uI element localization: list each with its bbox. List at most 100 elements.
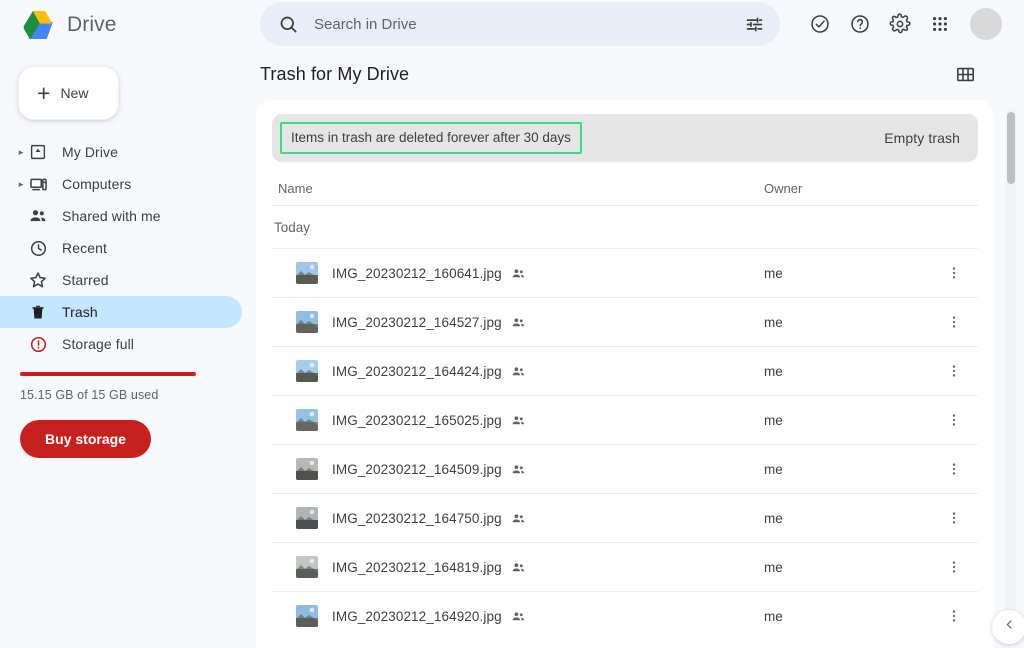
table-row[interactable]: IMG_20230212_160641.jpg me	[272, 248, 978, 297]
avatar[interactable]	[970, 8, 1002, 40]
file-name: IMG_20230212_160641.jpg	[332, 266, 502, 281]
clock-icon	[28, 238, 48, 258]
trash-notice-highlight: Items in trash are deleted forever after…	[280, 122, 582, 154]
chevron-left-icon	[1003, 618, 1016, 636]
photo-thumbnail	[296, 311, 318, 333]
column-header-name[interactable]: Name	[276, 181, 764, 196]
file-name-cell: IMG_20230212_164424.jpg	[276, 360, 764, 382]
trash-notice-banner: Items in trash are deleted forever after…	[272, 114, 978, 162]
more-vert-icon[interactable]	[934, 412, 974, 428]
sidebar-item-label: Trash	[62, 304, 98, 320]
table-row[interactable]: IMG_20230212_164920.jpgme	[272, 591, 978, 640]
photo-thumbnail	[296, 262, 318, 284]
sidebar-nav: ▸ My Drive ▸	[0, 136, 256, 360]
trash-panel: Items in trash are deleted forever after…	[256, 100, 994, 648]
file-owner: me	[764, 462, 934, 477]
shared-people-icon	[511, 266, 526, 281]
new-button[interactable]: + New	[18, 66, 119, 120]
brand: Drive	[0, 0, 256, 50]
search-icon	[278, 14, 300, 35]
file-name-cell: IMG_20230212_164527.jpg	[276, 311, 764, 333]
file-group-label: Today	[272, 206, 978, 248]
table-row[interactable]: IMG_20230212_165025.jpgme	[272, 395, 978, 444]
table-row[interactable]: IMG_20230212_164509.jpgme	[272, 444, 978, 493]
table-row[interactable]: IMG_20230212_164819.jpgme	[272, 542, 978, 591]
sidebar-item-shared-with-me[interactable]: ▸ Shared with me	[0, 200, 242, 232]
column-header-owner[interactable]: Owner	[764, 181, 934, 196]
shared-people-icon	[511, 315, 526, 330]
table-row[interactable]: IMG_20230212_164424.jpgme	[272, 346, 978, 395]
file-owner: me	[764, 364, 934, 379]
file-name-cell: IMG_20230212_164750.jpg	[276, 507, 764, 529]
sidebar-item-label: Starred	[62, 272, 109, 288]
file-name-cell: IMG_20230212_165025.jpg	[276, 409, 764, 431]
scrollbar-track[interactable]	[1006, 108, 1016, 642]
buy-storage-button[interactable]: Buy storage	[20, 420, 151, 458]
file-list-header: Name Owner	[272, 172, 978, 206]
collapse-panel-button[interactable]	[992, 610, 1024, 644]
file-rows: IMG_20230212_160641.jpgmeIMG_20230212_16…	[272, 248, 978, 640]
grid-view-icon[interactable]	[948, 57, 982, 91]
help-icon[interactable]	[840, 4, 880, 44]
top-bar-icons	[800, 4, 1002, 44]
shared-people-icon	[511, 364, 526, 379]
photo-thumbnail	[296, 605, 318, 627]
more-vert-icon[interactable]	[934, 314, 974, 330]
trash-icon	[28, 302, 48, 322]
shared-people-icon	[511, 560, 526, 575]
sidebar-item-label: Shared with me	[62, 208, 161, 224]
more-vert-icon[interactable]	[934, 608, 974, 624]
more-vert-icon[interactable]	[934, 363, 974, 379]
sidebar-item-recent[interactable]: ▸ Recent	[0, 232, 242, 264]
my-drive-icon	[28, 142, 48, 162]
task-check-icon[interactable]	[800, 4, 840, 44]
more-vert-icon[interactable]	[934, 559, 974, 575]
photo-thumbnail	[296, 409, 318, 431]
more-vert-icon[interactable]	[934, 510, 974, 526]
sidebar: Drive + New ▸ My Drive ▸	[0, 0, 256, 648]
storage-section: 15.15 GB of 15 GB used Buy storage	[20, 372, 220, 458]
shared-people-icon	[511, 462, 526, 477]
photo-thumbnail	[296, 360, 318, 382]
tune-filter-icon[interactable]	[736, 6, 772, 42]
trash-notice-text: Items in trash are deleted forever after…	[291, 130, 571, 145]
sidebar-item-label: Recent	[62, 240, 107, 256]
more-vert-icon[interactable]	[934, 461, 974, 477]
table-row[interactable]: IMG_20230212_164527.jpg me	[272, 297, 978, 346]
sidebar-item-my-drive[interactable]: ▸ My Drive	[0, 136, 242, 168]
sidebar-item-trash[interactable]: ▸ Trash	[0, 296, 242, 328]
sidebar-item-label: Computers	[62, 176, 131, 192]
search-input[interactable]	[314, 16, 722, 33]
star-icon	[28, 270, 48, 290]
page-title: Trash for My Drive	[260, 64, 409, 85]
people-icon	[28, 206, 48, 226]
computers-icon	[28, 174, 48, 194]
new-button-label: New	[60, 85, 88, 101]
photo-thumbnail	[296, 507, 318, 529]
shared-people-icon	[511, 413, 526, 428]
file-owner: me	[764, 609, 934, 624]
alert-circle-icon	[28, 334, 48, 354]
file-name-cell: IMG_20230212_164819.jpg	[276, 556, 764, 578]
file-name-cell: IMG_20230212_164920.jpg	[276, 605, 764, 627]
photo-thumbnail	[296, 556, 318, 578]
sidebar-item-starred[interactable]: ▸ Starred	[0, 264, 242, 296]
gear-icon[interactable]	[880, 4, 920, 44]
file-owner: me	[764, 315, 934, 330]
file-name: IMG_20230212_165025.jpg	[332, 413, 502, 428]
table-row[interactable]: IMG_20230212_164750.jpgme	[272, 493, 978, 542]
plus-icon: +	[37, 82, 50, 105]
chevron-right-icon[interactable]: ▸	[14, 180, 28, 189]
empty-trash-button[interactable]: Empty trash	[884, 130, 960, 146]
apps-grid-icon[interactable]	[920, 4, 960, 44]
chevron-right-icon[interactable]: ▸	[14, 148, 28, 157]
file-name: IMG_20230212_164527.jpg	[332, 315, 502, 330]
scrollbar-thumb[interactable]	[1007, 112, 1015, 184]
more-vert-icon[interactable]	[934, 265, 974, 281]
search-bar[interactable]	[260, 2, 780, 46]
file-owner: me	[764, 266, 934, 281]
sidebar-item-label: Storage full	[62, 336, 134, 352]
sidebar-item-computers[interactable]: ▸ Computers	[0, 168, 242, 200]
sidebar-item-storage-full[interactable]: ▸ Storage full	[0, 328, 242, 360]
file-owner: me	[764, 560, 934, 575]
